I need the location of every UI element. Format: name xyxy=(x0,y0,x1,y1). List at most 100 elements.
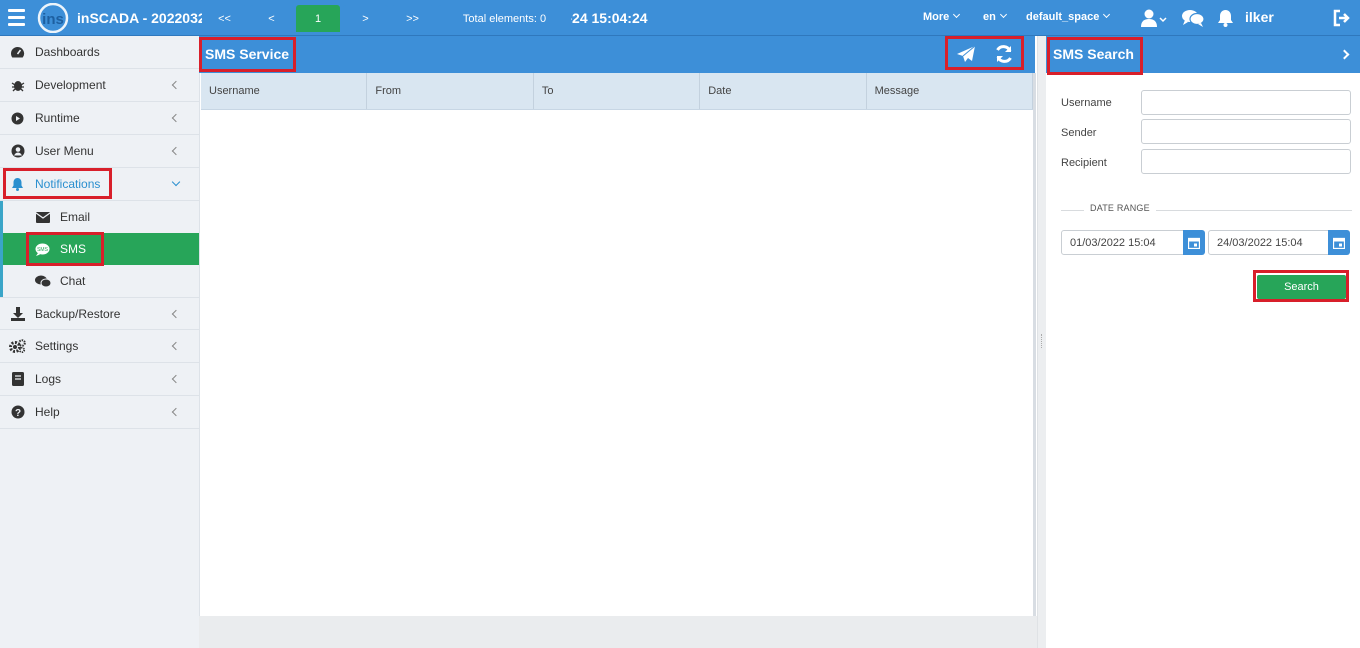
chevron-right-icon[interactable] xyxy=(1339,49,1350,60)
next-page-button[interactable]: > xyxy=(343,5,388,32)
sms-search-header: SMS Search xyxy=(1046,36,1360,73)
space-label: default_space xyxy=(1026,11,1100,23)
last-page-button[interactable]: >> xyxy=(391,5,434,32)
column-header-to[interactable]: To xyxy=(534,73,701,109)
user-icon[interactable] xyxy=(1141,9,1167,27)
sidebar-item-label: Development xyxy=(35,78,106,92)
chat-icon[interactable] xyxy=(1182,9,1204,27)
send-icon[interactable] xyxy=(956,45,976,63)
sidebar-item-label: Settings xyxy=(35,339,79,353)
chevron-left-icon xyxy=(171,80,181,90)
total-elements-label: Total elements: 0 xyxy=(438,5,571,32)
sms-table-header: Username From To Date Message xyxy=(201,73,1034,110)
username-label[interactable]: ilker xyxy=(1245,9,1274,25)
chevron-left-icon xyxy=(171,341,181,351)
chevron-left-icon xyxy=(171,309,181,319)
column-header-date[interactable]: Date xyxy=(700,73,867,109)
dashboard-icon xyxy=(9,44,26,61)
chevron-down-icon xyxy=(953,10,961,19)
username-input[interactable] xyxy=(1141,90,1351,115)
sidebar-item-label: Logs xyxy=(35,372,62,386)
sidebar-item-email[interactable]: Email xyxy=(3,201,199,233)
page-title: SMS Service xyxy=(205,46,290,62)
sidebar-item-logs[interactable]: Logs xyxy=(0,363,199,396)
sidebar-item-help[interactable]: ? Help xyxy=(0,396,199,429)
comments-icon xyxy=(34,273,51,290)
download-icon xyxy=(9,305,26,322)
space-select[interactable]: default_space xyxy=(1026,10,1111,23)
sidebar-item-label: SMS xyxy=(60,242,87,256)
language-select[interactable]: en xyxy=(983,10,1007,23)
hamburger-menu-icon[interactable] xyxy=(8,9,25,27)
sms-table-body xyxy=(201,110,1033,615)
chevron-left-icon xyxy=(171,407,181,417)
pagination-bar xyxy=(199,616,1037,648)
gears-icon xyxy=(9,338,26,355)
date-to-input[interactable]: 24/03/2022 15:04 xyxy=(1208,230,1329,255)
sidebar-item-label: Help xyxy=(35,405,60,419)
date-from-calendar-button[interactable] xyxy=(1183,230,1205,255)
sidebar-item-user-menu[interactable]: User Menu xyxy=(0,135,199,168)
sidebar-item-label: User Menu xyxy=(35,144,94,158)
panel-splitter[interactable] xyxy=(1037,36,1046,648)
sidebar-item-label: Email xyxy=(60,210,91,224)
search-button[interactable]: Search xyxy=(1257,275,1346,299)
sidebar: Dashboards Development Runtime User Menu… xyxy=(0,36,200,648)
sidebar-item-label: Runtime xyxy=(35,111,80,125)
sidebar-item-label: Chat xyxy=(60,274,86,288)
bell-icon[interactable] xyxy=(1217,9,1234,27)
bug-icon xyxy=(9,77,26,94)
chevron-down-icon xyxy=(1103,10,1111,19)
prev-page-button[interactable]: < xyxy=(250,5,293,32)
svg-text:SMS: SMS xyxy=(37,247,49,253)
date-from-input[interactable]: 01/03/2022 15:04 xyxy=(1061,230,1184,255)
sidebar-item-label: Notifications xyxy=(35,177,101,191)
sidebar-item-development[interactable]: Development xyxy=(0,69,199,102)
bell-icon xyxy=(9,176,26,193)
sidebar-item-settings[interactable]: Settings xyxy=(0,330,199,363)
logout-icon[interactable] xyxy=(1333,9,1351,27)
column-header-username[interactable]: Username xyxy=(201,73,368,109)
sms-icon: SMS xyxy=(34,241,51,258)
first-page-button[interactable]: << xyxy=(202,5,247,32)
chevron-left-icon xyxy=(171,146,181,156)
book-icon xyxy=(9,371,26,388)
question-icon: ? xyxy=(9,404,26,421)
language-label: en xyxy=(983,11,996,23)
vertical-scrollbar[interactable] xyxy=(1033,73,1036,616)
chevron-down-icon xyxy=(999,10,1007,19)
refresh-icon[interactable] xyxy=(994,44,1014,64)
recipient-label: Recipient xyxy=(1061,157,1107,169)
current-page-button[interactable]: 1 xyxy=(296,5,340,32)
inscada-logo: ins xyxy=(37,3,69,33)
sidebar-item-sms[interactable]: SMS SMS xyxy=(3,233,199,265)
chevron-left-icon xyxy=(171,113,181,123)
sidebar-item-runtime[interactable]: Runtime xyxy=(0,102,199,135)
sender-input[interactable] xyxy=(1141,119,1351,144)
runtime-icon xyxy=(9,110,26,127)
user-circle-icon xyxy=(9,143,26,160)
chevron-down-icon xyxy=(171,177,181,187)
envelope-icon xyxy=(34,209,51,226)
sender-label: Sender xyxy=(1061,127,1097,139)
sidebar-item-label: Backup/Restore xyxy=(35,306,121,321)
sidebar-item-chat[interactable]: Chat xyxy=(3,265,199,297)
sidebar-item-label: Dashboards xyxy=(35,45,100,59)
more-label: More xyxy=(923,11,950,23)
svg-text:ins: ins xyxy=(42,11,64,28)
column-header-message[interactable]: Message xyxy=(867,73,1034,109)
recipient-input[interactable] xyxy=(1141,149,1351,174)
sidebar-item-notifications[interactable]: Notifications xyxy=(0,168,199,201)
svg-text:?: ? xyxy=(14,408,20,419)
date-to-calendar-button[interactable] xyxy=(1328,230,1350,255)
more-menu[interactable]: More xyxy=(923,10,961,23)
chevron-left-icon xyxy=(171,374,181,384)
calendar-icon xyxy=(1188,237,1200,249)
column-header-from[interactable]: From xyxy=(367,73,534,109)
sidebar-item-backup-restore[interactable]: Backup/Restore xyxy=(0,297,199,330)
sms-service-header: SMS Service xyxy=(199,36,1035,73)
calendar-icon xyxy=(1333,237,1345,249)
username-label: Username xyxy=(1061,97,1112,109)
sidebar-item-dashboards[interactable]: Dashboards xyxy=(0,36,199,69)
notifications-submenu: Email SMS SMS Chat xyxy=(0,201,199,297)
